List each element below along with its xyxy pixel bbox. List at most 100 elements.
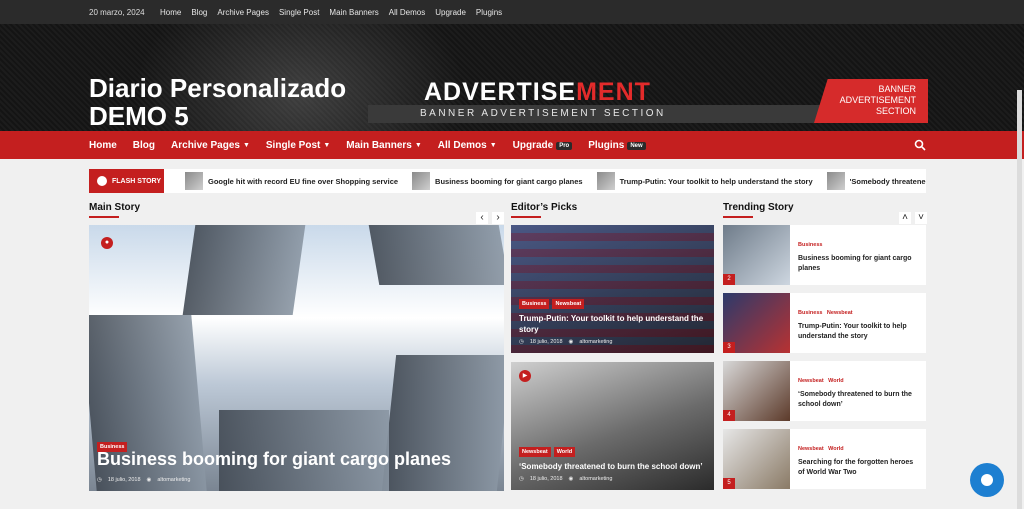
card-title[interactable]: Trump-Putin: Your toolkit to help unders… (519, 313, 704, 335)
ticker-title: Trump-Putin: Your toolkit to help unders… (619, 176, 813, 186)
trending-title[interactable]: ‘Somebody threatened to burn the school … (798, 390, 920, 410)
card-title[interactable]: ‘Somebody threatened to burn the school … (519, 461, 704, 472)
card-content: Business Newsbeat Trump-Putin: Your toolk… (519, 292, 704, 345)
top-link-archive-pages[interactable]: Archive Pages (217, 8, 269, 17)
top-links: Home Blog Archive Pages Single Post Main… (160, 8, 502, 17)
nav-main-banners[interactable]: Main Banners ▼ (346, 140, 422, 151)
trending-title[interactable]: Searching for the forgotten heroes of Wo… (798, 458, 920, 478)
trending-item[interactable]: 5 Newsbeat World Searching for the forgot… (723, 429, 926, 489)
post-author[interactable]: altomarketing (157, 477, 190, 483)
site-header: Diario Personalizado DEMO 5 ADVERTISEMEN… (0, 24, 1024, 131)
nav-blog-label: Blog (132, 140, 156, 151)
ticker-thumbnail (185, 172, 203, 190)
category-badge[interactable]: Newsbeat (552, 299, 585, 309)
top-link-blog[interactable]: Blog (191, 8, 207, 17)
camera-icon: ● (101, 237, 113, 249)
trending-item[interactable]: 2 Business Business booming for giant car… (723, 225, 926, 285)
ticker-item[interactable]: 'Somebody threatene (826, 172, 926, 190)
trending-item[interactable]: 3 Business Newsbeat Trump-Putin: Your too… (723, 293, 926, 353)
ad-headline-left: ADVERTISE (424, 78, 577, 106)
building-shape (182, 225, 306, 315)
flash-ticker: Google hit with record EU fine over Shop… (185, 172, 926, 190)
category-badge[interactable]: World (553, 447, 576, 457)
ticker-item[interactable]: Trump-Putin: Your toolkit to help unders… (596, 172, 813, 190)
nav-single-post-label: Single Post (265, 140, 321, 151)
trending-title[interactable]: Business booming for giant cargo planes (798, 254, 920, 274)
top-link-single-post[interactable]: Single Post (279, 8, 319, 17)
current-date: 20 marzo, 2024 (89, 8, 145, 17)
trending-category[interactable]: Business (798, 310, 822, 316)
top-link-main-banners[interactable]: Main Banners (329, 8, 378, 17)
user-icon: ◉ (146, 477, 152, 483)
clock-icon: ◷ (519, 339, 524, 345)
ticker-thumbnail (596, 172, 615, 190)
nav-home-label: Home (89, 140, 117, 151)
heading-underline (89, 216, 119, 218)
trending-title[interactable]: Trump-Putin: Your toolkit to help unders… (798, 322, 920, 342)
clock-icon: ◷ (97, 477, 102, 483)
ad-headline-right: MENT (576, 78, 651, 106)
top-link-plugins[interactable]: Plugins (476, 8, 502, 17)
site-title[interactable]: Diario Personalizado DEMO 5 (89, 74, 379, 130)
pro-badge: Pro (556, 141, 573, 150)
ad-headline: ADVERTISEMENT (424, 78, 651, 107)
main-story-card[interactable]: ● Business Business booming for giant ca… (89, 225, 504, 491)
chevron-down-icon: ▼ (489, 142, 497, 149)
card-meta: ◷ 18 julio, 2018 ◉ altomarketing (519, 476, 704, 482)
nav-archive-pages[interactable]: Archive Pages ▼ (171, 140, 250, 151)
top-link-home[interactable]: Home (160, 8, 181, 17)
main-story-heading: Main Story (89, 202, 140, 218)
ticker-thumbnail (826, 172, 845, 190)
chevron-down-icon: ▼ (242, 142, 250, 149)
top-link-all-demos[interactable]: All Demos (389, 8, 425, 17)
trending-category[interactable]: World (828, 378, 843, 384)
chevron-down-icon: ▼ (414, 142, 422, 149)
trending-category[interactable]: Newsbeat (827, 310, 853, 316)
editor-pick-card[interactable]: ▶ Newsbeat World ‘Somebody threatened to … (511, 362, 714, 490)
chevron-left-icon[interactable]: ‹ (476, 212, 488, 224)
category-badge[interactable]: Newsbeat (519, 447, 551, 457)
trending-item[interactable]: 4 Newsbeat World ‘Somebody threatened to … (723, 361, 926, 421)
trending-category[interactable]: Newsbeat (798, 446, 824, 452)
top-bar: 20 marzo, 2024 Home Blog Archive Pages S… (0, 0, 1024, 24)
category-badge[interactable]: Business (519, 299, 550, 309)
chevron-up-icon[interactable]: ˄ (899, 212, 911, 224)
editors-heading-text: Editor’s Picks (511, 202, 578, 213)
nav-main-banners-label: Main Banners (346, 140, 412, 151)
building-shape (381, 355, 504, 491)
search-icon[interactable] (914, 139, 926, 151)
header-advertisement[interactable]: ADVERTISEMENT BANNER ADVERTISEMENT SECTI… (368, 78, 928, 124)
scrollbar[interactable] (1017, 90, 1022, 509)
main-story-arrows: ‹ › (476, 212, 504, 224)
trending-story-heading: Trending Story (723, 202, 794, 218)
top-link-upgrade[interactable]: Upgrade (435, 8, 466, 17)
post-author[interactable]: altomarketing (579, 476, 612, 482)
user-icon: ◉ (568, 339, 574, 345)
ticker-item[interactable]: Google hit with record EU fine over Shop… (185, 172, 398, 190)
flash-story-bar: FLASH STORY Google hit with record EU fi… (89, 169, 926, 193)
trending-category[interactable]: World (828, 446, 843, 452)
nav-single-post[interactable]: Single Post ▼ (266, 140, 330, 151)
post-author[interactable]: altomarketing (579, 339, 612, 345)
new-badge: New (627, 141, 646, 150)
building-shape (368, 225, 504, 285)
trending-category[interactable]: Newsbeat (798, 378, 824, 384)
post-date: 18 julio, 2018 (529, 339, 563, 345)
nav-all-demos[interactable]: All Demos ▼ (438, 140, 497, 151)
ad-banner-label: BANNER ADVERTISEMENT SECTION (814, 79, 928, 123)
nav-upgrade[interactable]: Upgrade Pro (513, 140, 573, 151)
nav-home[interactable]: Home (89, 140, 117, 151)
nav-plugins[interactable]: Plugins New (588, 140, 646, 151)
chevron-right-icon[interactable]: › (492, 212, 504, 224)
chat-icon (981, 474, 993, 486)
trending-text: Business Newsbeat Trump-Putin: Your toolk… (798, 301, 920, 342)
heading-underline (511, 216, 541, 218)
nav-blog[interactable]: Blog (133, 140, 155, 151)
ticker-item[interactable]: Business booming for giant cargo planes (412, 172, 583, 190)
chat-button[interactable] (970, 463, 1004, 497)
chevron-down-icon[interactable]: ˅ (915, 212, 927, 224)
editor-pick-card[interactable]: Business Newsbeat Trump-Putin: Your toolk… (511, 225, 714, 353)
main-story-title[interactable]: Business booming for giant cargo planes (97, 449, 451, 470)
trending-category[interactable]: Business (798, 242, 822, 248)
nav-archive-label: Archive Pages (171, 140, 240, 151)
